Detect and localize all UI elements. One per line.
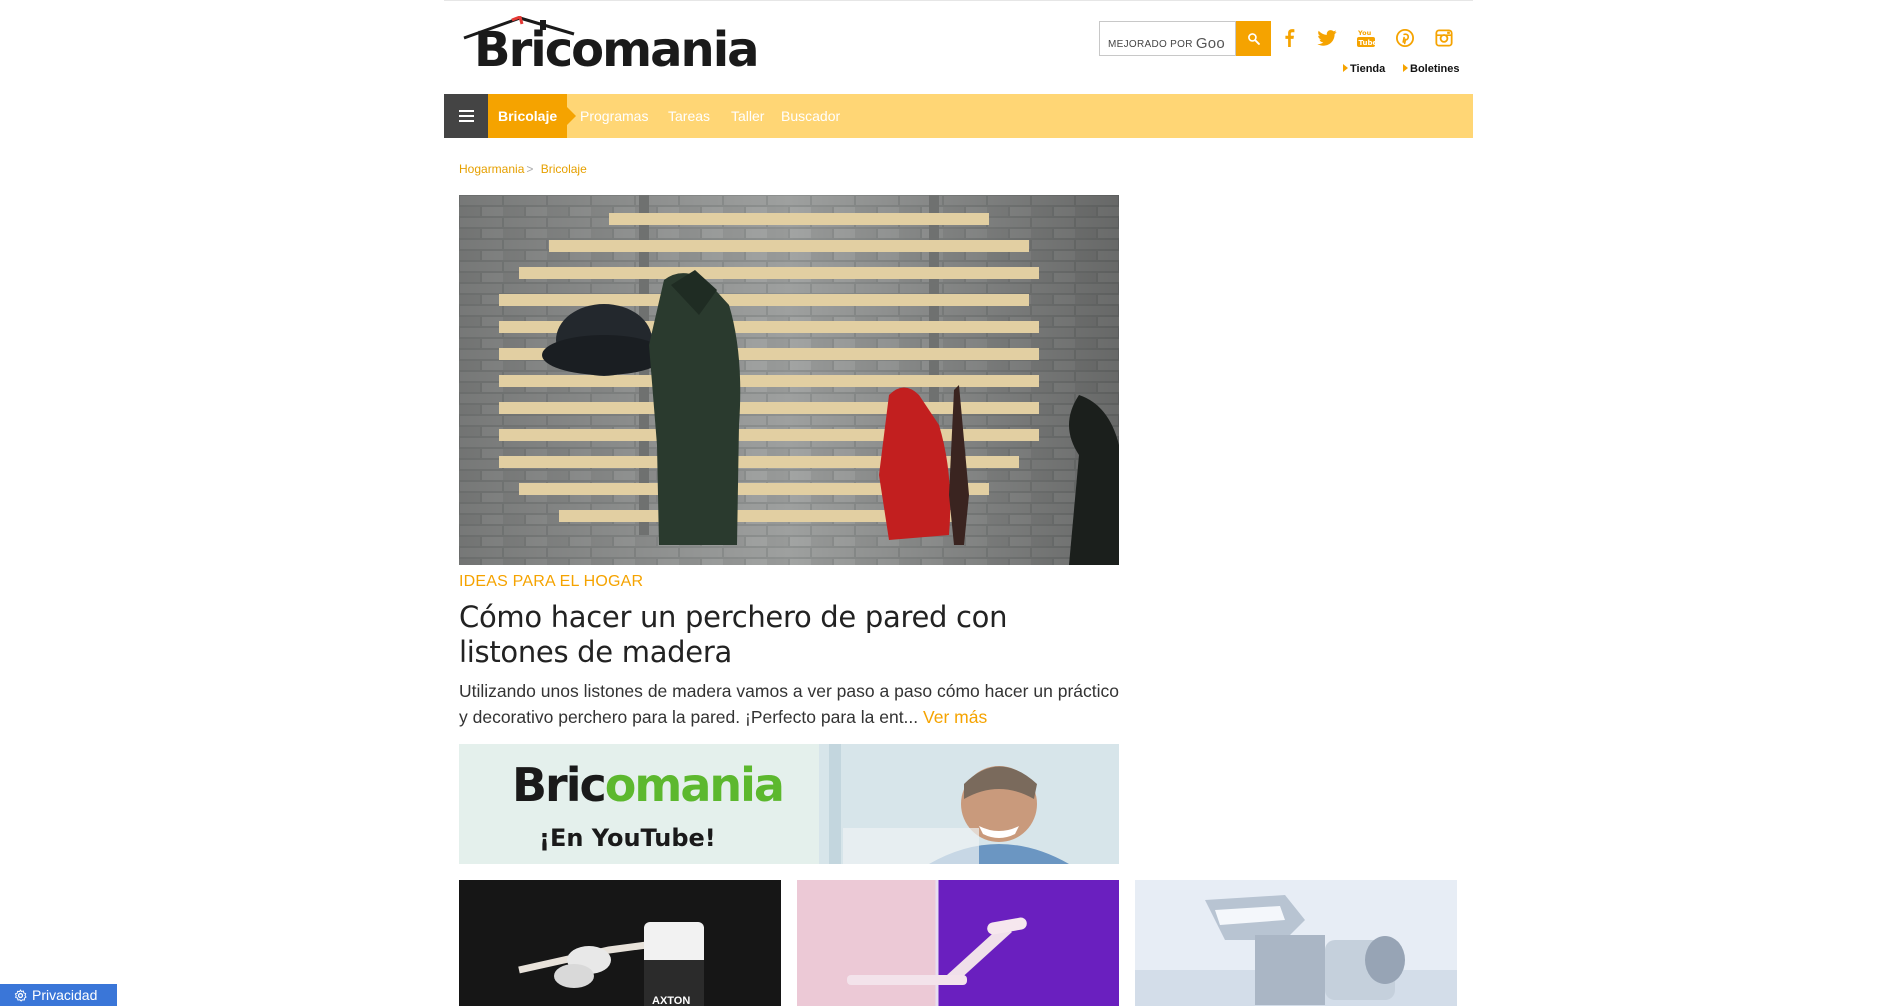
banner-logo: Bricomania	[512, 758, 785, 812]
featured-image[interactable]	[459, 195, 1119, 565]
search-powered-by: MEJORADO POR Goo	[1108, 35, 1226, 52]
read-more-link[interactable]: Ver más	[923, 707, 987, 727]
breadcrumb-item-bricolaje[interactable]: Bricolaje	[541, 162, 587, 176]
svg-text:Tube: Tube	[1359, 39, 1376, 47]
search-button[interactable]	[1236, 21, 1271, 56]
article-category[interactable]: IDEAS PARA EL HOGAR	[459, 573, 643, 591]
gear-icon	[14, 988, 27, 1002]
search-icon	[1248, 33, 1260, 45]
logo-text: Bricomania	[474, 22, 760, 78]
menu-icon[interactable]	[444, 94, 488, 138]
youtube-banner[interactable]: Bricomania ¡En YouTube!	[459, 744, 1119, 864]
breadcrumb-item-hogarmania[interactable]: Hogarmania	[459, 162, 524, 176]
youtube-icon[interactable]: You Tube	[1355, 27, 1377, 49]
site-logo[interactable]: Bricomania	[460, 16, 760, 80]
svg-text:You: You	[1357, 29, 1372, 37]
nav-item-bricolaje[interactable]: Bricolaje	[488, 94, 577, 138]
card-image-purple	[797, 880, 1119, 1006]
breadcrumb: Hogarmania > Bricolaje	[459, 162, 587, 176]
pinterest-icon[interactable]	[1394, 27, 1416, 49]
article-title[interactable]: Cómo hacer un perchero de pared con list…	[459, 600, 1119, 670]
instagram-icon[interactable]	[1433, 27, 1455, 49]
store-link[interactable]: Tienda	[1343, 63, 1385, 75]
privacy-label: Privacidad	[32, 987, 98, 1003]
breadcrumb-separator: >	[526, 162, 534, 176]
twitter-icon[interactable]	[1316, 27, 1338, 49]
page: Bricomania MEJORADO POR Goo You Tube Tie…	[0, 0, 1903, 1006]
banner-subtitle: ¡En YouTube!	[539, 824, 716, 852]
nav-item-buscador[interactable]: Buscador	[781, 94, 840, 138]
card-image-label: AXTON	[652, 995, 690, 1006]
newsletters-link[interactable]: Boletines	[1403, 63, 1460, 75]
nav-item-programas[interactable]: Programas	[580, 94, 648, 138]
nav-item-taller[interactable]: Taller	[731, 94, 764, 138]
coat-rack-photo	[459, 195, 1119, 565]
privacy-button[interactable]: Privacidad	[0, 984, 117, 1006]
search-input[interactable]: MEJORADO POR Goo	[1099, 21, 1236, 56]
article-card[interactable]	[1135, 880, 1457, 1006]
main-nav: Bricolaje Programas Tareas Taller Buscad…	[444, 94, 1473, 138]
article-card[interactable]	[797, 880, 1119, 1006]
nav-item-tareas[interactable]: Tareas	[668, 94, 710, 138]
article-excerpt: Utilizando unos listones de madera vamos…	[459, 681, 1119, 727]
card-image-faucet	[1135, 880, 1457, 1006]
facebook-icon[interactable]	[1278, 27, 1300, 49]
card-image-spray: AXTON	[459, 880, 781, 1006]
article-card[interactable]: AXTON	[459, 880, 781, 1006]
arrow-right-icon	[1343, 64, 1348, 72]
arrow-right-icon	[1403, 64, 1408, 72]
top-divider	[444, 0, 1473, 1]
